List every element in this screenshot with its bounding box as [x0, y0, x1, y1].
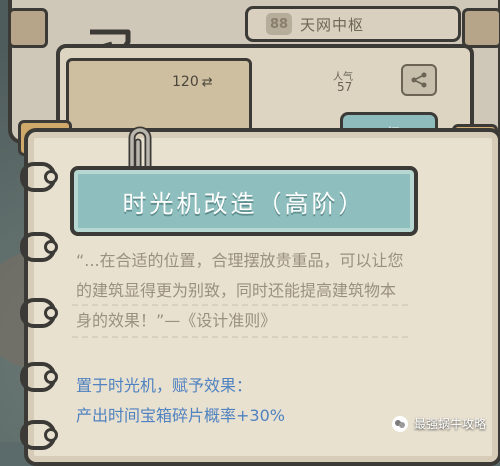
share-icon: [411, 72, 427, 88]
effect-description: 产出时间宝箱碎片概率+30%: [76, 406, 285, 425]
binder-ring: [20, 420, 58, 450]
dashed-divider: [72, 336, 408, 338]
binder-ring: [20, 162, 58, 192]
wechat-icon: [391, 415, 408, 432]
count-arrow-icon: ⇄: [201, 75, 213, 90]
hub-logo-icon: 88: [266, 13, 292, 35]
binder-ring: [20, 232, 58, 262]
flavor-quote: “...在合适的位置，合理摆放贵重品，可以让您 的建筑显得更为别致，同时还能提高…: [76, 246, 416, 336]
quote-line: “...在合适的位置，合理摆放贵重品，可以让您: [76, 251, 404, 270]
watermark: 最强蜗牛攻略: [391, 415, 486, 432]
binder-ring: [20, 362, 58, 392]
item-count-value: 120: [172, 74, 199, 90]
dashed-divider: [72, 304, 408, 306]
tab-tianwang-hub[interactable]: 88 天网中枢: [245, 6, 461, 42]
item-count: 120 ⇄: [172, 74, 213, 90]
item-title-banner: 时光机改造（高阶）: [70, 166, 418, 236]
watermark-text: 最强蜗牛攻略: [413, 417, 486, 431]
binder-ring: [20, 298, 58, 328]
popularity-value: 57: [337, 80, 353, 94]
share-button[interactable]: [401, 64, 437, 96]
tab-label: 天网中枢: [300, 15, 365, 34]
quote-line: 身的效果！”—《设计准则》: [76, 311, 277, 330]
item-title: 时光机改造（高阶）: [122, 189, 366, 218]
effect-title: 置于时光机，赋予效果：: [76, 376, 253, 395]
quote-line: 的建筑显得更为别致，同时还能提高建筑物本: [76, 281, 397, 300]
building-frame: [66, 58, 252, 134]
